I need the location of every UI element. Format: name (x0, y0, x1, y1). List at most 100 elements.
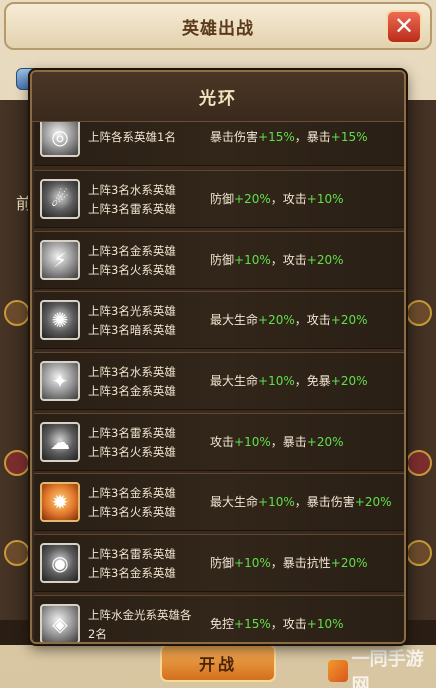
effect-separator: ， (270, 617, 283, 631)
slot-orb-icon[interactable] (4, 300, 30, 326)
effect-stat-value: +10% (258, 495, 295, 509)
splash-icon: ✦ (40, 361, 80, 401)
watermark-logo-icon (328, 660, 348, 682)
watermark-text: 一同手游网 (351, 649, 424, 688)
effect-separator: ， (294, 495, 307, 509)
effect-stat-value: +20% (258, 313, 295, 327)
comet-icon: ☄ (40, 179, 80, 219)
aura-condition-line: 2名 (88, 627, 107, 641)
effect-stat-value: +20% (354, 495, 392, 509)
aura-modal-title: 光环 (199, 89, 237, 109)
aura-effect: 防御+10%，攻击+20% (210, 251, 402, 270)
aura-condition-line: 上阵3名火系英雄 (88, 505, 176, 519)
effect-stat-value: +15% (234, 617, 271, 631)
start-battle-button[interactable]: 开战 (160, 644, 276, 682)
effect-stat-label: 最大生命 (210, 313, 259, 327)
effect-stat-label: 防御 (210, 253, 235, 267)
eye-icon: ◈ (40, 604, 80, 642)
vortex-icon: ◉ (40, 543, 80, 583)
aura-effect: 免控+15%，攻击+10% (210, 615, 402, 634)
effect-stat-value: +10% (306, 617, 344, 631)
effect-stat-label: 攻击 (306, 313, 331, 327)
effect-separator: ， (270, 556, 283, 570)
aura-effect: 最大生命+20%，攻击+20% (210, 311, 402, 330)
effect-stat-label: 攻击 (282, 192, 307, 206)
aura-condition: 上阵3名水系英雄 上阵3名金系英雄 (88, 363, 206, 401)
aura-row: ⚡ 上阵3名金系英雄 上阵3名火系英雄 防御+10%，攻击+20% (34, 231, 404, 289)
effect-stat-value: +15% (330, 130, 368, 144)
effect-stat-label: 暴击伤害 (210, 130, 259, 144)
aura-condition-line: 上阵3名水系英雄 (88, 183, 176, 197)
effect-stat-label: 防御 (210, 556, 235, 570)
effect-stat-value: +10% (234, 556, 271, 570)
effect-stat-value: +20% (234, 192, 271, 206)
effect-stat-value: +10% (234, 435, 271, 449)
aura-condition-line: 上阵3名火系英雄 (88, 263, 176, 277)
aura-row: ✦ 上阵3名水系英雄 上阵3名金系英雄 最大生命+10%，免暴+20% (34, 352, 404, 410)
effect-separator: ， (270, 192, 283, 206)
aura-effect: 攻击+10%，暴击+20% (210, 433, 402, 452)
aura-condition-line: 上阵3名金系英雄 (88, 566, 176, 580)
aura-effect: 防御+10%，暴击抗性+20% (210, 554, 402, 573)
aura-condition: 上阵3名金系英雄 上阵3名火系英雄 (88, 242, 206, 280)
smoke-icon: ☁ (40, 422, 80, 462)
slot-orb-icon[interactable] (406, 300, 432, 326)
aura-condition: 上阵3名雷系英雄 上阵3名金系英雄 (88, 545, 206, 583)
aura-row: ◎ 上阵各系英雄1名 暴击伤害+15%，暴击+15% (34, 122, 404, 166)
effect-stat-label: 攻击 (210, 435, 235, 449)
effect-stat-label: 最大生命 (210, 374, 259, 388)
effect-stat-value: +10% (234, 253, 271, 267)
effect-stat-value: +20% (330, 374, 368, 388)
effect-stat-label: 暴击伤害 (306, 495, 355, 509)
aura-condition: 上阵3名水系英雄 上阵3名雷系英雄 (88, 181, 206, 219)
site-watermark: 一同手游网 (328, 649, 432, 688)
aura-condition: 上阵3名金系英雄 上阵3名火系英雄 (88, 484, 206, 522)
aura-modal: 光环 ◎ 上阵各系英雄1名 暴击伤害+15%，暴击+15% ☄ 上阵3名水系英雄 上阵3名… (30, 70, 406, 644)
slot-orb-icon[interactable] (4, 450, 30, 476)
effect-stat-value: +20% (330, 313, 368, 327)
flame-icon: ✹ (40, 482, 80, 522)
slot-orb-icon[interactable] (406, 540, 432, 566)
aura-row: ✹ 上阵3名金系英雄 上阵3名火系英雄 最大生命+10%，暴击伤害+20% (34, 473, 404, 531)
effect-stat-label: 攻击 (282, 253, 307, 267)
aura-effect: 最大生命+10%，免暴+20% (210, 372, 402, 391)
slot-orb-icon[interactable] (406, 450, 432, 476)
aura-condition-line: 上阵3名雷系英雄 (88, 426, 176, 440)
aura-condition-line: 上阵3名火系英雄 (88, 445, 176, 459)
aura-row: ◈ 上阵水金光系英雄各 2名 免控+15%，攻击+10% (34, 595, 404, 642)
effect-stat-label: 免暴 (306, 374, 331, 388)
aura-effect: 暴击伤害+15%，暴击+15% (210, 128, 402, 147)
swirl-icon: ◎ (40, 122, 80, 157)
effect-stat-label: 攻击 (282, 617, 307, 631)
effect-stat-value: +10% (306, 192, 344, 206)
aura-row: ✺ 上阵3名光系英雄 上阵3名暗系英雄 最大生命+20%，攻击+20% (34, 291, 404, 349)
aura-effect: 最大生命+10%，暴击伤害+20% (210, 493, 402, 512)
aura-row: ☁ 上阵3名雷系英雄 上阵3名火系英雄 攻击+10%，暴击+20% (34, 413, 404, 471)
slot-orb-icon[interactable] (4, 540, 30, 566)
aura-condition: 上阵3名雷系英雄 上阵3名火系英雄 (88, 424, 206, 462)
effect-separator: ， (294, 374, 307, 388)
aura-row: ☄ 上阵3名水系英雄 上阵3名雷系英雄 防御+20%，攻击+10% (34, 170, 404, 228)
right-slot-column (404, 100, 436, 620)
aura-list[interactable]: ◎ 上阵各系英雄1名 暴击伤害+15%，暴击+15% ☄ 上阵3名水系英雄 上阵3名雷系英… (34, 122, 404, 642)
effect-stat-label: 防御 (210, 192, 235, 206)
aura-condition-line: 上阵3名雷系英雄 (88, 202, 176, 216)
effect-stat-label: 免控 (210, 617, 235, 631)
lightning-shield-icon: ⚡ (40, 240, 80, 280)
left-slot-column (0, 100, 32, 620)
window-titlebar: 英雄出战 ✕ (4, 2, 432, 50)
aura-condition-line: 上阵3名金系英雄 (88, 486, 176, 500)
aura-condition: 上阵各系英雄1名 (88, 128, 206, 147)
effect-separator: ， (270, 253, 283, 267)
effect-stat-label: 最大生命 (210, 495, 259, 509)
effect-stat-value: +15% (258, 130, 295, 144)
effect-stat-value: +20% (330, 556, 368, 570)
effect-stat-value: +20% (306, 253, 344, 267)
burst-icon: ✺ (40, 300, 80, 340)
aura-effect: 防御+20%，攻击+10% (210, 190, 402, 209)
aura-condition-line: 上阵3名水系英雄 (88, 365, 176, 379)
effect-stat-label: 暴击抗性 (282, 556, 331, 570)
close-button[interactable]: ✕ (386, 10, 422, 44)
effect-stat-value: +10% (258, 374, 295, 388)
aura-modal-header: 光环 (32, 72, 404, 122)
